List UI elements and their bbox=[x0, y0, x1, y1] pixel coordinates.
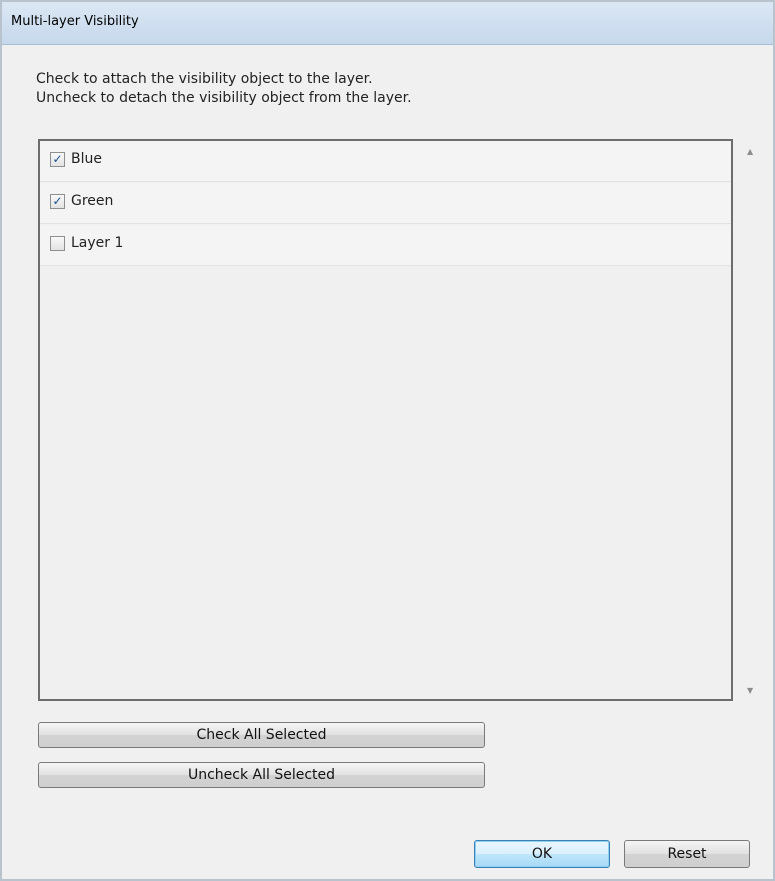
layer-checkbox-green[interactable]: ✓ bbox=[50, 194, 65, 209]
instruction-line-detach: Uncheck to detach the visibility object … bbox=[36, 90, 412, 106]
layer-label-layer-1: Layer 1 bbox=[71, 235, 124, 251]
layer-row-layer-1[interactable]: Layer 1 bbox=[40, 225, 731, 266]
scroll-down-arrow-icon[interactable]: ▼ bbox=[747, 686, 753, 695]
layer-label-green: Green bbox=[71, 193, 114, 209]
layer-row-green[interactable]: ✓ Green bbox=[40, 183, 731, 224]
layer-label-blue: Blue bbox=[71, 151, 102, 167]
scroll-up-arrow-icon[interactable]: ▲ bbox=[747, 147, 753, 156]
uncheck-all-selected-button[interactable]: Uncheck All Selected bbox=[38, 762, 485, 788]
instruction-line-attach: Check to attach the visibility object to… bbox=[36, 71, 373, 87]
check-all-selected-button[interactable]: Check All Selected bbox=[38, 722, 485, 748]
layer-checkbox-layer-1[interactable] bbox=[50, 236, 65, 251]
window-title: Multi-layer Visibility bbox=[11, 14, 139, 29]
layer-checkbox-blue[interactable]: ✓ bbox=[50, 152, 65, 167]
layer-row-blue[interactable]: ✓ Blue bbox=[40, 141, 731, 182]
title-bar[interactable]: Multi-layer Visibility bbox=[2, 2, 773, 45]
instructions-text: Check to attach the visibility object to… bbox=[36, 70, 412, 108]
multi-layer-visibility-dialog: Multi-layer Visibility Check to attach t… bbox=[0, 0, 775, 881]
reset-button[interactable]: Reset bbox=[624, 840, 750, 868]
layer-list[interactable]: ✓ Blue ✓ Green Layer 1 bbox=[38, 139, 733, 701]
ok-button[interactable]: OK bbox=[474, 840, 610, 868]
